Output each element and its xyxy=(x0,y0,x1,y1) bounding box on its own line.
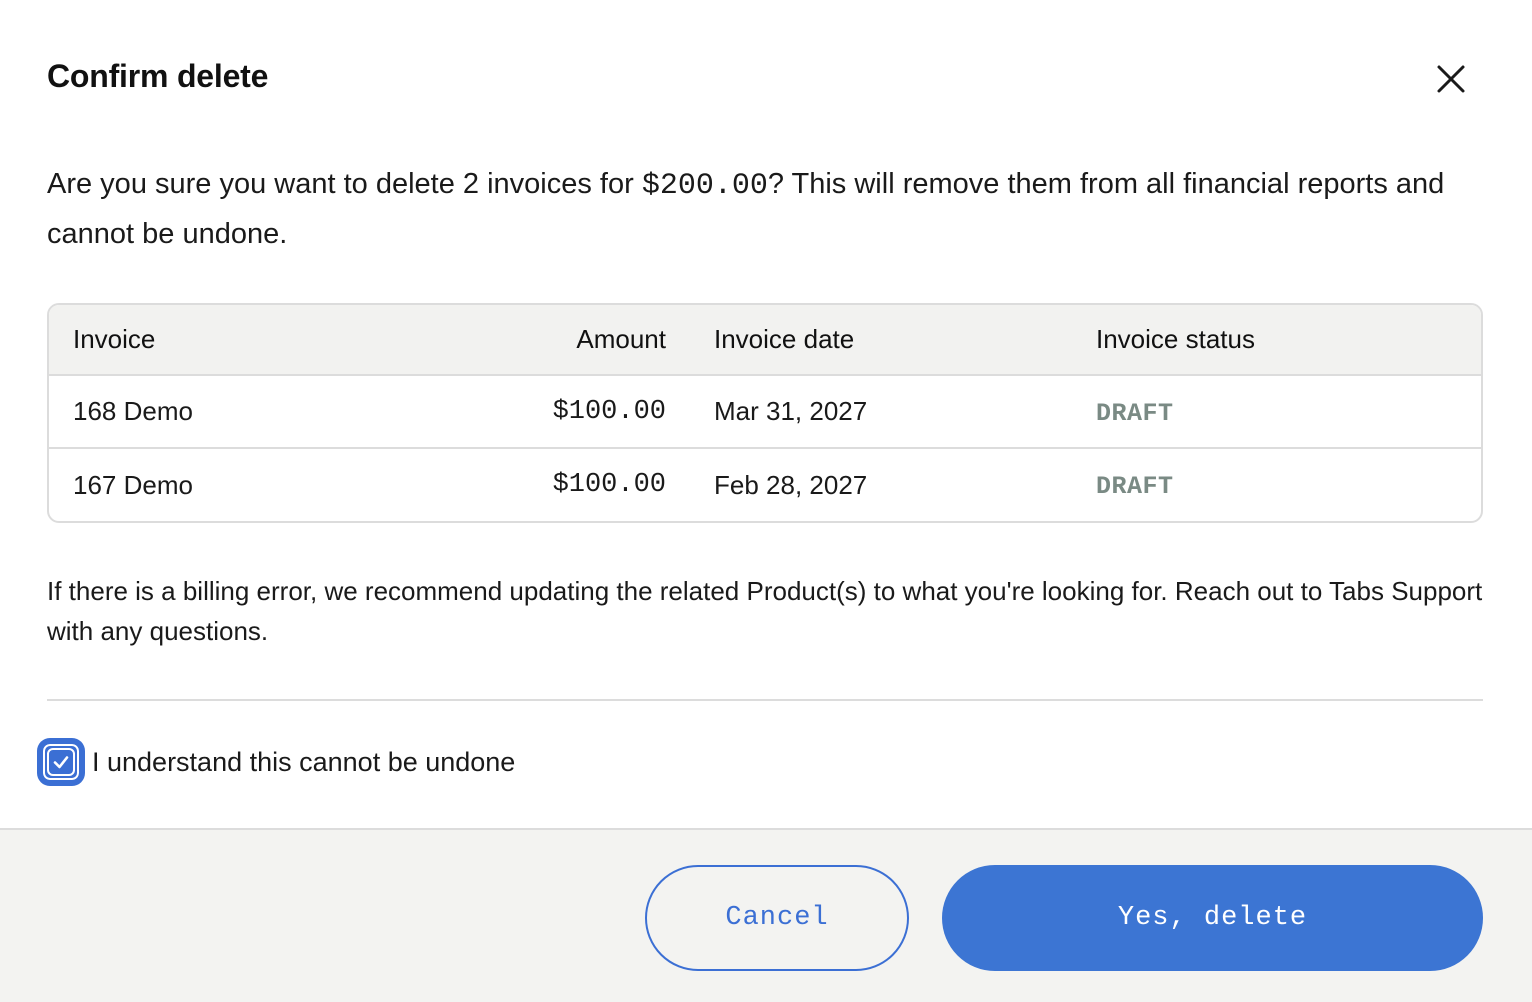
acknowledge-checkbox[interactable] xyxy=(40,741,82,783)
header-invoice-date: Invoice date xyxy=(714,324,855,354)
dialog-footer: Cancel Yes, delete xyxy=(0,828,1532,1002)
acknowledge-label: I understand this cannot be undone xyxy=(92,746,516,777)
message-text-before: Are you sure you want to delete 2 invoic… xyxy=(47,168,642,200)
check-icon xyxy=(53,756,69,769)
invoice-date: Feb 28, 2027 xyxy=(714,469,868,500)
confirm-delete-dialog: Confirm delete Are you sure you want to … xyxy=(0,0,1532,1002)
header-invoice-status: Invoice status xyxy=(1096,324,1255,354)
divider xyxy=(47,699,1483,701)
header-invoice: Invoice xyxy=(73,324,156,354)
acknowledge-checkbox-row[interactable]: I understand this cannot be undone xyxy=(40,741,515,783)
close-button[interactable] xyxy=(1428,56,1474,102)
table-header-row: Invoice Amount Invoice date Invoice stat… xyxy=(49,305,1481,375)
header-amount: Amount xyxy=(576,324,666,354)
confirm-delete-button[interactable]: Yes, delete xyxy=(942,865,1483,971)
total-amount: $200.00 xyxy=(641,169,768,203)
status-badge: DRAFT xyxy=(1096,398,1174,428)
billing-error-note: If there is a billing error, we recommen… xyxy=(47,576,1483,646)
status-badge: DRAFT xyxy=(1096,472,1174,501)
confirmation-message: Are you sure you want to delete 2 invoic… xyxy=(47,160,1487,258)
invoice-name: 167 Demo xyxy=(73,469,193,500)
invoice-table: Invoice Amount Invoice date Invoice stat… xyxy=(47,303,1483,523)
invoice-name: 168 Demo xyxy=(73,396,193,426)
table-row: 167 Demo $100.00 Feb 28, 2027 DRAFT xyxy=(49,448,1481,521)
invoice-date: Mar 31, 2027 xyxy=(714,396,868,426)
invoice-amount: $100.00 xyxy=(552,470,666,500)
cancel-button[interactable]: Cancel xyxy=(645,865,909,971)
table-row: 168 Demo $100.00 Mar 31, 2027 DRAFT xyxy=(49,375,1481,448)
dialog-title: Confirm delete xyxy=(47,58,269,94)
close-icon xyxy=(1437,65,1465,93)
invoice-amount: $100.00 xyxy=(552,396,666,427)
